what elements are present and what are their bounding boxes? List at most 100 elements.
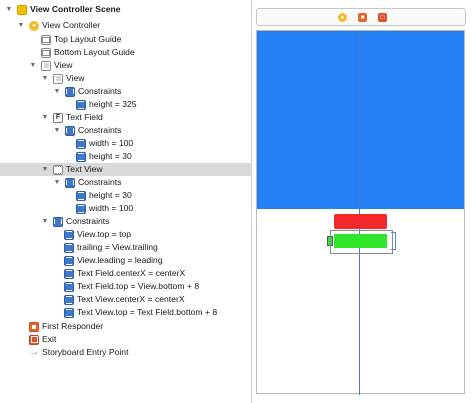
- blue-top-view[interactable]: [257, 31, 464, 209]
- outline-row-first-responder[interactable]: First Responder: [0, 320, 252, 333]
- outline-row-constraint[interactable]: View.leading = leading: [0, 254, 252, 267]
- outline-row-label: height = 30: [89, 190, 132, 200]
- outline-row-constraint[interactable]: View.top = top: [0, 228, 252, 241]
- outline-row-constraint[interactable]: Text Field.centerX = centerX: [0, 267, 252, 280]
- outline-row-storyboard-entry-point[interactable]: → Storyboard Entry Point: [0, 346, 252, 359]
- measure-constraint-icon: [76, 190, 86, 201]
- measure-constraint-icon: [64, 255, 74, 266]
- center-x-guide-line: [359, 31, 360, 395]
- storyboard-canvas[interactable]: ● ■ □: [253, 0, 474, 403]
- outline-row-label: Top Layout Guide: [54, 34, 122, 44]
- outline-row-constraint[interactable]: height = 325: [0, 98, 252, 111]
- outline-row-bottom-layout-guide[interactable]: Bottom Layout Guide: [0, 46, 252, 59]
- view-icon: [53, 73, 63, 84]
- measure-constraint-icon: [76, 203, 86, 214]
- measure-constraint-icon: [76, 138, 86, 149]
- measure-constraint-icon: [64, 307, 74, 318]
- text-view-view[interactable]: [330, 230, 393, 254]
- outline-row-label: Storyboard Entry Point: [42, 347, 129, 357]
- constraints-icon: [65, 177, 75, 188]
- outline-row-label: Text View: [66, 164, 103, 174]
- outline-row-text-view-constraints[interactable]: ▼ Constraints: [0, 176, 252, 189]
- constraints-icon: [65, 125, 75, 136]
- disclosure-triangle-icon[interactable]: ▼: [53, 88, 61, 96]
- outline-row-label: height = 30: [89, 151, 132, 161]
- outline-row-label: Bottom Layout Guide: [54, 47, 135, 57]
- outline-row-label: Constraints: [66, 216, 110, 226]
- outline-row-label: Text Field.centerX = centerX: [77, 268, 186, 278]
- outline-row-constraint[interactable]: height = 30: [0, 189, 252, 202]
- first-responder-icon[interactable]: ■: [358, 13, 367, 22]
- first-responder-icon: [29, 321, 39, 332]
- outline-row-root-constraints[interactable]: ▼ Constraints: [0, 215, 252, 228]
- disclosure-triangle-icon[interactable]: ▼: [5, 6, 13, 14]
- outline-row-label: Constraints: [78, 125, 122, 135]
- disclosure-triangle-icon[interactable]: ▼: [53, 127, 61, 135]
- disclosure-triangle-icon[interactable]: ▼: [41, 166, 49, 174]
- constraint-bracket: [391, 232, 396, 250]
- exit-icon[interactable]: □: [378, 13, 387, 22]
- outline-row-label: Text Field.top = View.bottom + 8: [77, 281, 200, 291]
- outline-row-constraint[interactable]: Text Field.top = View.bottom + 8: [0, 280, 252, 293]
- outline-row-label: View.leading = leading: [77, 255, 163, 265]
- outline-row-label: View: [54, 60, 73, 70]
- outline-row-label: Constraints: [78, 177, 122, 187]
- outline-row-constraint[interactable]: width = 100: [0, 137, 252, 150]
- outline-row-label: Text View.top = Text Field.bottom + 8: [77, 307, 218, 317]
- disclosure-triangle-icon[interactable]: ▼: [41, 218, 49, 226]
- disclosure-triangle-icon[interactable]: ▼: [53, 179, 61, 187]
- outline-row-exit[interactable]: Exit: [0, 333, 252, 346]
- outline-row-view-controller[interactable]: ▼ ● View Controller: [0, 19, 252, 32]
- view-controller-scene-frame[interactable]: [256, 30, 465, 395]
- view-icon: [41, 60, 51, 71]
- outline-row-inner-view-constraints[interactable]: ▼ Constraints: [0, 85, 252, 98]
- outline-row-text-field-constraints[interactable]: ▼ Constraints: [0, 124, 252, 137]
- scene-icon: [17, 4, 27, 15]
- outline-row-label: View Controller Scene: [30, 4, 121, 14]
- outline-row-constraint[interactable]: height = 30: [0, 150, 252, 163]
- measure-constraint-icon: [64, 268, 74, 279]
- outline-row-constraint[interactable]: Text View.centerX = centerX: [0, 293, 252, 306]
- constraints-icon: [53, 216, 63, 227]
- entry-arrow-icon: →: [29, 346, 39, 358]
- disclosure-triangle-icon[interactable]: ▼: [41, 114, 49, 122]
- outline-row-top-layout-guide[interactable]: Top Layout Guide: [0, 33, 252, 46]
- outline-row-label: Exit: [42, 334, 57, 344]
- measure-constraint-icon: [76, 151, 86, 162]
- disclosure-triangle-icon[interactable]: ▼: [41, 75, 49, 83]
- outline-row-inner-view[interactable]: ▼ View: [0, 72, 252, 85]
- outline-row-label: width = 100: [89, 203, 134, 213]
- outline-row-label: First Responder: [42, 321, 104, 331]
- outline-row-label: Text Field: [66, 112, 103, 122]
- measure-constraint-icon: [64, 281, 74, 292]
- disclosure-triangle-icon[interactable]: ▼: [29, 62, 37, 70]
- outline-row-scene[interactable]: ▼ View Controller Scene: [0, 3, 252, 16]
- measure-constraint-icon: [64, 294, 74, 305]
- outline-row-label: Constraints: [78, 86, 122, 96]
- outline-row-label: View Controller: [42, 20, 101, 30]
- exit-icon: [29, 334, 39, 345]
- scene-dock[interactable]: ● ■ □: [256, 8, 466, 26]
- document-outline: ▼ View Controller Scene ▼ ● View Control…: [0, 0, 252, 403]
- view-controller-icon[interactable]: ●: [338, 13, 347, 22]
- disclosure-triangle-icon[interactable]: ▼: [17, 22, 25, 30]
- text-view-icon: [53, 164, 63, 175]
- text-field-view[interactable]: [334, 214, 387, 229]
- outline-row-text-field[interactable]: ▼ F Text Field: [0, 111, 252, 124]
- layout-guide-icon: [41, 47, 51, 58]
- measure-constraint-icon: [64, 242, 74, 253]
- outline-row-text-view[interactable]: ▼ Text View: [0, 163, 252, 176]
- outline-row-label: width = 100: [89, 138, 134, 148]
- constraints-icon: [65, 86, 75, 97]
- outline-row-label: Text View.centerX = centerX: [77, 294, 185, 304]
- measure-constraint-icon: [76, 99, 86, 110]
- outline-row-label: trailing = View.trailing: [77, 242, 158, 252]
- outline-row-constraint[interactable]: trailing = View.trailing: [0, 241, 252, 254]
- outline-row-label: View.top = top: [77, 229, 132, 239]
- outline-row-label: height = 325: [89, 99, 137, 109]
- layout-guide-icon: [41, 34, 51, 45]
- outline-row-root-view[interactable]: ▼ View: [0, 59, 252, 72]
- view-controller-icon: ●: [29, 20, 39, 31]
- outline-row-constraint[interactable]: width = 100: [0, 202, 252, 215]
- outline-row-constraint[interactable]: Text View.top = Text Field.bottom + 8: [0, 306, 252, 319]
